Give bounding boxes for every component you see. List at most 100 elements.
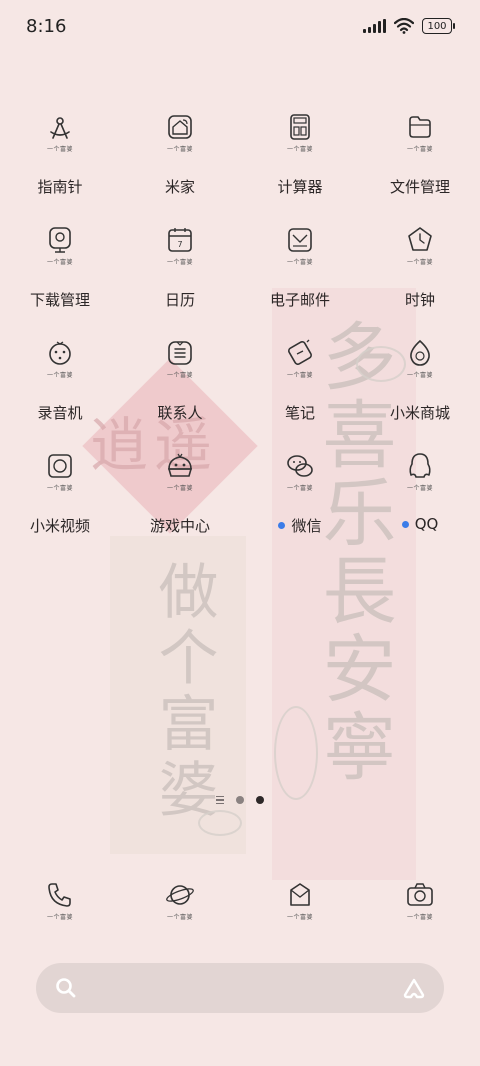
- app-label: 小米视频: [29, 517, 90, 535]
- notes-icon: 一个富婆: [274, 338, 326, 390]
- app-calendar[interactable]: 7 一个富婆 日历: [120, 225, 240, 338]
- status-bar: 8:16 100: [0, 0, 480, 52]
- compass-icon: 一个富婆: [34, 112, 86, 164]
- app-label: 游戏中心: [149, 517, 210, 535]
- page-dot-2-active[interactable]: [256, 796, 264, 804]
- wallpaper-swirl: [274, 706, 318, 800]
- icon-tagline: 一个富婆: [286, 146, 313, 153]
- app-game-center[interactable]: 一个富婆 游戏中心: [120, 451, 240, 564]
- icon-tagline: 一个富婆: [46, 372, 73, 379]
- app-contacts[interactable]: 一个富婆 联系人: [120, 338, 240, 451]
- download-icon: 一个富婆: [34, 225, 86, 277]
- game-center-icon: 一个富婆: [154, 451, 206, 503]
- dock-browser[interactable]: 一个富婆: [120, 880, 240, 940]
- page-dot-1[interactable]: [236, 796, 244, 804]
- app-grid: 一个富婆 指南针 一个富婆 米家 一个富婆 计算器 一个富婆 文件管理 一个富婆…: [0, 112, 480, 564]
- app-clock[interactable]: 一个富婆 时钟: [360, 225, 480, 338]
- video-icon: 一个富婆: [34, 451, 86, 503]
- app-mi-video[interactable]: 一个富婆 小米视频: [0, 451, 120, 564]
- wallpaper-swirl: [198, 810, 242, 836]
- new-install-dot: [278, 522, 286, 529]
- app-label: 微信: [278, 515, 322, 536]
- app-label: QQ: [401, 515, 439, 533]
- icon-tagline: 一个富婆: [406, 485, 433, 492]
- icon-tagline: 一个富婆: [406, 146, 433, 153]
- recorder-icon: 一个富婆: [34, 338, 86, 390]
- app-file-manager[interactable]: 一个富婆 文件管理: [360, 112, 480, 225]
- dock-phone[interactable]: 一个富婆: [0, 880, 120, 940]
- app-label-text: QQ: [414, 515, 439, 533]
- app-label: 日历: [164, 291, 195, 309]
- browser-icon: 一个富婆: [154, 880, 206, 932]
- icon-tagline: 一个富婆: [166, 259, 193, 266]
- search-bar[interactable]: [36, 963, 444, 1013]
- icon-tagline: 一个富婆: [166, 485, 193, 492]
- icon-tagline: 一个富婆: [286, 485, 313, 492]
- app-qq[interactable]: 一个富婆 QQ: [360, 451, 480, 564]
- camera-icon: 一个富婆: [394, 880, 446, 932]
- wechat-icon: 一个富婆: [274, 451, 326, 503]
- system-icons: 100: [363, 18, 455, 34]
- icon-tagline: 一个富婆: [166, 914, 193, 921]
- app-mi-home[interactable]: 一个富婆 米家: [120, 112, 240, 225]
- calendar-icon: 7 一个富婆: [154, 225, 206, 277]
- dock-messages[interactable]: 一个富婆: [240, 880, 360, 940]
- smart-home-icon: 一个富婆: [154, 112, 206, 164]
- assistant-icon[interactable]: [402, 976, 426, 1000]
- app-mi-store[interactable]: 一个富婆 小米商城: [360, 338, 480, 451]
- app-drawer-icon[interactable]: [216, 796, 224, 804]
- new-install-dot: [401, 520, 409, 528]
- app-label: 计算器: [277, 178, 323, 196]
- icon-tagline: 一个富婆: [406, 372, 433, 379]
- qq-icon: 一个富婆: [394, 451, 446, 503]
- icon-tagline: 一个富婆: [46, 259, 73, 266]
- wifi-icon: [394, 18, 414, 34]
- battery-level: 100: [427, 20, 447, 32]
- calendar-day: 7: [177, 240, 182, 249]
- icon-tagline: 一个富婆: [286, 372, 313, 379]
- app-label: 时钟: [404, 291, 435, 309]
- contacts-icon: 一个富婆: [154, 338, 206, 390]
- app-label: 小米商城: [389, 404, 450, 422]
- icon-tagline: 一个富婆: [166, 372, 193, 379]
- icon-tagline: 一个富婆: [46, 914, 73, 921]
- calculator-icon: 一个富婆: [274, 112, 326, 164]
- app-label: 米家: [164, 178, 195, 196]
- status-time: 8:16: [26, 15, 67, 37]
- clock-icon: 一个富婆: [394, 225, 446, 277]
- app-notes[interactable]: 一个富婆 笔记: [240, 338, 360, 451]
- phone-icon: 一个富婆: [34, 880, 86, 932]
- wallpaper-calligraphy-left: 做个富婆: [148, 560, 218, 824]
- icon-tagline: 一个富婆: [286, 259, 313, 266]
- search-icon[interactable]: [54, 976, 78, 1000]
- icon-tagline: 一个富婆: [406, 259, 433, 266]
- app-label: 录音机: [37, 404, 83, 422]
- app-label: 指南针: [37, 178, 83, 196]
- icon-tagline: 一个富婆: [46, 485, 73, 492]
- battery-icon: 100: [422, 18, 455, 34]
- app-wechat[interactable]: 一个富婆 微信: [240, 451, 360, 564]
- app-label: 下载管理: [29, 291, 90, 309]
- page-indicator[interactable]: [0, 796, 480, 804]
- dock: 一个富婆 一个富婆 一个富婆 一个富婆: [0, 880, 480, 940]
- messages-icon: 一个富婆: [274, 880, 326, 932]
- app-label: 文件管理: [389, 178, 450, 196]
- app-calculator[interactable]: 一个富婆 计算器: [240, 112, 360, 225]
- folder-icon: 一个富婆: [394, 112, 446, 164]
- mail-icon: 一个富婆: [274, 225, 326, 277]
- app-label-text: 微信: [291, 517, 322, 535]
- app-label: 笔记: [284, 404, 315, 422]
- app-recorder[interactable]: 一个富婆 录音机: [0, 338, 120, 451]
- app-label: 联系人: [157, 404, 203, 422]
- icon-tagline: 一个富婆: [166, 146, 193, 153]
- icon-tagline: 一个富婆: [46, 146, 73, 153]
- app-compass[interactable]: 一个富婆 指南针: [0, 112, 120, 225]
- dock-camera[interactable]: 一个富婆: [360, 880, 480, 940]
- app-label: 电子邮件: [269, 291, 330, 309]
- signal-icon: [363, 19, 386, 33]
- app-downloads[interactable]: 一个富婆 下载管理: [0, 225, 120, 338]
- mi-store-icon: 一个富婆: [394, 338, 446, 390]
- icon-tagline: 一个富婆: [406, 914, 433, 921]
- app-email[interactable]: 一个富婆 电子邮件: [240, 225, 360, 338]
- icon-tagline: 一个富婆: [286, 914, 313, 921]
